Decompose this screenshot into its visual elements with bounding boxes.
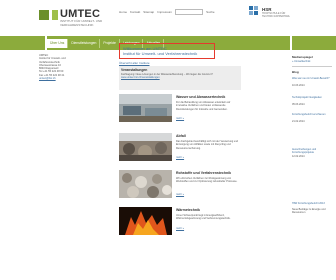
section-title[interactable]: Wärmetechnik bbox=[176, 208, 200, 212]
blog-item-link[interactable]: Technikprojekt Neuigkeiten bbox=[292, 96, 332, 99]
blog-item-text: Neue Beiträge zu Energie und Ressourcen bbox=[292, 208, 326, 215]
water-technology-image[interactable] bbox=[119, 94, 172, 122]
logo-subtitle: INSTITUT FÜR UMWELT- UND VERFAHRENSTECHN… bbox=[60, 19, 103, 27]
media-title: Medienspiegel bbox=[292, 55, 313, 59]
contact-block: UMTEC Institut für Umwelt- und Verfahren… bbox=[39, 54, 79, 80]
blog-item-date: 21.02.2014 bbox=[292, 120, 305, 123]
hsr-subtitle: HOCHSCHULE FÜR TECHNIK RAPPERSWIL bbox=[262, 12, 291, 18]
top-utility-links: Home Kontakt Sitemap Impressum Suche bbox=[119, 9, 215, 15]
logo-mark[interactable] bbox=[39, 10, 49, 20]
blog-item-link[interactable]: HSR Forschungsbericht 2013 bbox=[292, 202, 332, 205]
top-link-imprint[interactable]: Impressum bbox=[157, 10, 172, 14]
search-button[interactable]: Suche bbox=[206, 10, 215, 14]
blog-item-date: 05.03.2014 bbox=[292, 103, 305, 106]
section-title[interactable]: Rohstoffe und Verfahrenstechnik bbox=[176, 171, 231, 175]
events-link[interactable]: www.umtec.hsr.ch/veranstaltungen bbox=[121, 76, 160, 79]
nav-bar-right-fill bbox=[292, 36, 336, 50]
blog-item-link[interactable]: Was war neu im Umwelt-Bereich? bbox=[292, 77, 332, 80]
section-text: Für die Behandlung von Abwasser entwicke… bbox=[176, 101, 231, 111]
search-input[interactable] bbox=[175, 9, 204, 15]
logo-mark-accent bbox=[52, 10, 58, 20]
heat-technology-image[interactable] bbox=[119, 207, 172, 235]
nav-item-about[interactable]: Über Uns bbox=[47, 38, 69, 48]
media-link[interactable]: » Umwelttechnik bbox=[292, 60, 332, 63]
section-text: Unser Schwerpunkt liegt in Energieeffizi… bbox=[176, 214, 231, 221]
top-link-contact[interactable]: Kontakt bbox=[130, 10, 140, 14]
blog-item-date: 12.02.2014 bbox=[292, 155, 305, 158]
contact-email-link[interactable]: umtec@hsr.ch bbox=[39, 77, 79, 80]
welcome-box: Willkommen am UMTEC Institut für Umwelt-… bbox=[119, 43, 215, 59]
section-more-link[interactable]: mehr » bbox=[176, 227, 184, 230]
section-text: Wir erforschen Verfahren zur Rückgewinnu… bbox=[176, 177, 238, 184]
section-more-link[interactable]: mehr » bbox=[176, 156, 184, 159]
waste-image[interactable] bbox=[119, 133, 172, 161]
events-text: Fachtagung: Neue Lösungen in der Wassera… bbox=[121, 73, 233, 79]
top-link-sitemap[interactable]: Sitemap bbox=[143, 10, 154, 14]
events-title: Veranstaltungen bbox=[121, 68, 148, 72]
blog-item-link[interactable]: Forschungsbericht erschienen bbox=[292, 113, 332, 116]
hsr-logo-icon[interactable] bbox=[249, 6, 259, 16]
nav-item-services[interactable]: Dienstleistungen bbox=[68, 38, 101, 48]
nav-bar-left-fill bbox=[0, 36, 45, 50]
raw-materials-image[interactable] bbox=[119, 170, 172, 198]
top-link-home[interactable]: Home bbox=[119, 10, 127, 14]
blog-item-date: 10.03.2014 bbox=[292, 84, 305, 87]
section-more-link[interactable]: mehr » bbox=[176, 117, 184, 120]
blog-item-link[interactable]: Ausschreibungen und Forschungsprojekte bbox=[292, 148, 332, 154]
section-title[interactable]: Wasser und Abwassertechnik bbox=[176, 95, 225, 99]
blog-title: Blog bbox=[292, 70, 299, 74]
section-text: Das Fachgebiet beschäftigt sich mit der … bbox=[176, 140, 238, 150]
nav-item-projects[interactable]: Projekte bbox=[100, 38, 120, 48]
divider bbox=[292, 66, 332, 67]
section-more-link[interactable]: mehr » bbox=[176, 193, 184, 196]
overview-link[interactable]: Übersicht aller Institute bbox=[119, 61, 150, 65]
section-title[interactable]: Abfall bbox=[176, 134, 186, 138]
welcome-subtitle: Institut für Umwelt- und Verfahrenstechn… bbox=[123, 51, 198, 56]
